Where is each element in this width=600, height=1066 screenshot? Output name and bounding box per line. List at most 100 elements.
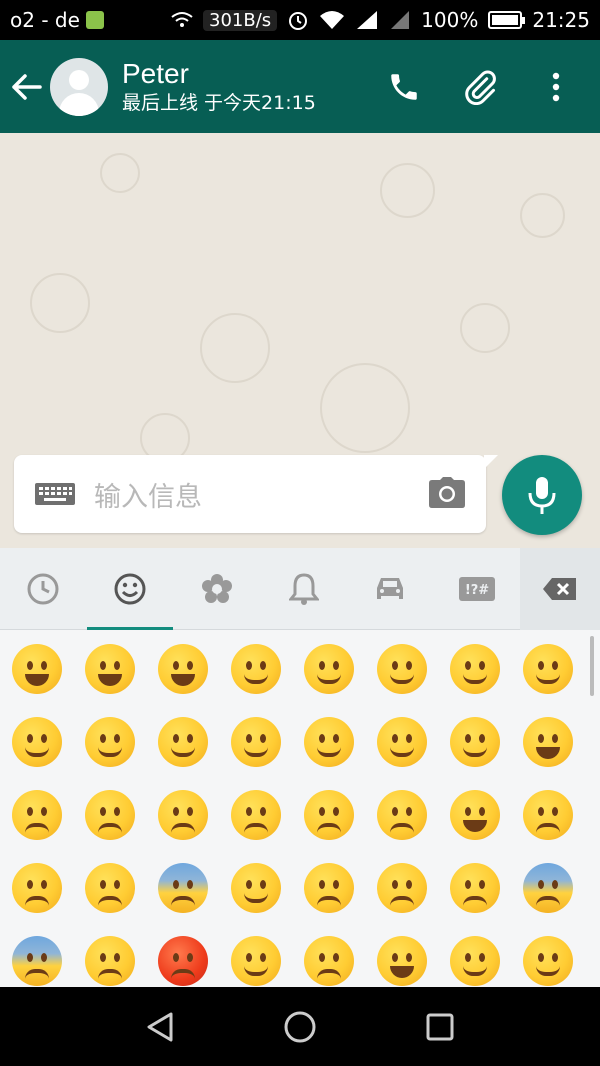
signal-x-icon: [391, 11, 410, 29]
contact-info[interactable]: Peter 最后上线 于今天21:15: [122, 58, 316, 116]
emoji-face: [157, 716, 208, 767]
tab-places[interactable]: [347, 548, 434, 630]
emoji-face: [157, 862, 208, 913]
whatsapp-notification-icon: [85, 11, 104, 29]
emoji-key[interactable]: [365, 632, 438, 705]
emoji-face: [449, 862, 500, 913]
emoji-key[interactable]: [73, 851, 146, 924]
tab-symbols[interactable]: !?#: [434, 548, 521, 630]
emoji-key[interactable]: [219, 778, 292, 851]
emoji-key[interactable]: [438, 851, 511, 924]
emoji-key[interactable]: [73, 778, 146, 851]
more-options-button[interactable]: [536, 67, 576, 107]
tab-recent[interactable]: [0, 548, 87, 630]
tab-nature[interactable]: [173, 548, 260, 630]
message-composer[interactable]: 输入信息: [14, 455, 498, 533]
wallpaper-doodle: [380, 163, 435, 218]
emoji-face: [230, 862, 281, 913]
emoji-face: [84, 643, 135, 694]
emoji-key[interactable]: [365, 851, 438, 924]
emoji-key[interactable]: [511, 632, 584, 705]
emoji-backspace-button[interactable]: [520, 547, 600, 630]
emoji-key[interactable]: [438, 924, 511, 987]
emoji-key[interactable]: [292, 851, 365, 924]
emoji-key[interactable]: [438, 632, 511, 705]
smiley-icon: [114, 573, 146, 604]
emoji-face: [157, 789, 208, 840]
emoji-key[interactable]: [219, 851, 292, 924]
emoji-key[interactable]: [292, 778, 365, 851]
avatar[interactable]: [50, 57, 108, 116]
nav-recents-button[interactable]: [415, 1002, 465, 1052]
emoji-key[interactable]: [146, 778, 219, 851]
wallpaper-doodle: [520, 193, 565, 238]
emoji-key[interactable]: [511, 705, 584, 778]
emoji-face: [303, 862, 354, 913]
battery-icon: [488, 11, 526, 29]
emoji-key[interactable]: [73, 632, 146, 705]
emoji-face: [376, 862, 427, 913]
emoji-key[interactable]: [511, 924, 584, 987]
emoji-key[interactable]: [219, 924, 292, 987]
camera-button[interactable]: [428, 477, 466, 511]
keyboard-toggle-button[interactable]: [34, 481, 76, 507]
emoji-key[interactable]: [0, 851, 73, 924]
nav-home-button[interactable]: [275, 1002, 325, 1052]
emoji-face: [230, 643, 281, 694]
wallpaper-doodle: [320, 363, 410, 453]
emoji-face: [230, 789, 281, 840]
emoji-key[interactable]: [292, 632, 365, 705]
message-input[interactable]: 输入信息: [94, 475, 428, 514]
emoji-key[interactable]: [73, 705, 146, 778]
emoji-key[interactable]: [146, 851, 219, 924]
emoji-key[interactable]: [438, 778, 511, 851]
emoji-key[interactable]: [219, 705, 292, 778]
emoji-key[interactable]: [365, 778, 438, 851]
chat-header: Peter 最后上线 于今天21:15: [0, 40, 600, 133]
back-button[interactable]: [4, 57, 50, 117]
emoji-panel: [0, 630, 600, 987]
emoji-key[interactable]: [146, 705, 219, 778]
emoji-key[interactable]: [0, 778, 73, 851]
emoji-face: [11, 862, 62, 913]
paperclip-icon: [465, 70, 496, 105]
tab-smileys[interactable]: [86, 548, 174, 630]
clock-icon: [27, 573, 59, 604]
call-button[interactable]: [384, 67, 424, 107]
svg-text:!?#: !?#: [465, 583, 489, 598]
emoji-key[interactable]: [511, 851, 584, 924]
attach-button[interactable]: [460, 67, 500, 107]
emoji-key[interactable]: [73, 924, 146, 987]
wallpaper-doodle: [100, 153, 140, 193]
nav-back-button[interactable]: [135, 1002, 185, 1052]
emoji-key[interactable]: [292, 705, 365, 778]
symbols-icon: !?#: [458, 576, 495, 601]
emoji-key[interactable]: [0, 924, 73, 987]
emoji-key[interactable]: [0, 632, 73, 705]
emoji-face: [522, 643, 573, 694]
home-nav-icon: [284, 1011, 316, 1042]
mic-icon: [528, 477, 556, 514]
emoji-key[interactable]: [365, 924, 438, 987]
system-nav-bar: [0, 987, 600, 1066]
emoji-face: [157, 935, 208, 986]
wallpaper-doodle: [30, 273, 90, 333]
emoji-key[interactable]: [219, 632, 292, 705]
wallpaper-doodle: [200, 313, 270, 383]
emoji-scrollbar[interactable]: [590, 636, 594, 696]
tab-objects[interactable]: [260, 548, 347, 630]
emoji-key[interactable]: [365, 705, 438, 778]
emoji-key[interactable]: [146, 924, 219, 987]
emoji-key[interactable]: [292, 924, 365, 987]
emoji-key[interactable]: [0, 705, 73, 778]
signal-icon: [357, 11, 378, 29]
contact-name: Peter: [122, 57, 189, 89]
emoji-key[interactable]: [146, 632, 219, 705]
emoji-key[interactable]: [438, 705, 511, 778]
voice-record-button[interactable]: [502, 455, 582, 535]
emoji-key[interactable]: [511, 778, 584, 851]
recents-nav-icon: [426, 1013, 454, 1040]
status-bar: o2 - de 301B/s 100% 21:25: [0, 0, 600, 40]
emoji-face: [303, 935, 354, 986]
wallpaper-doodle: [460, 303, 510, 353]
